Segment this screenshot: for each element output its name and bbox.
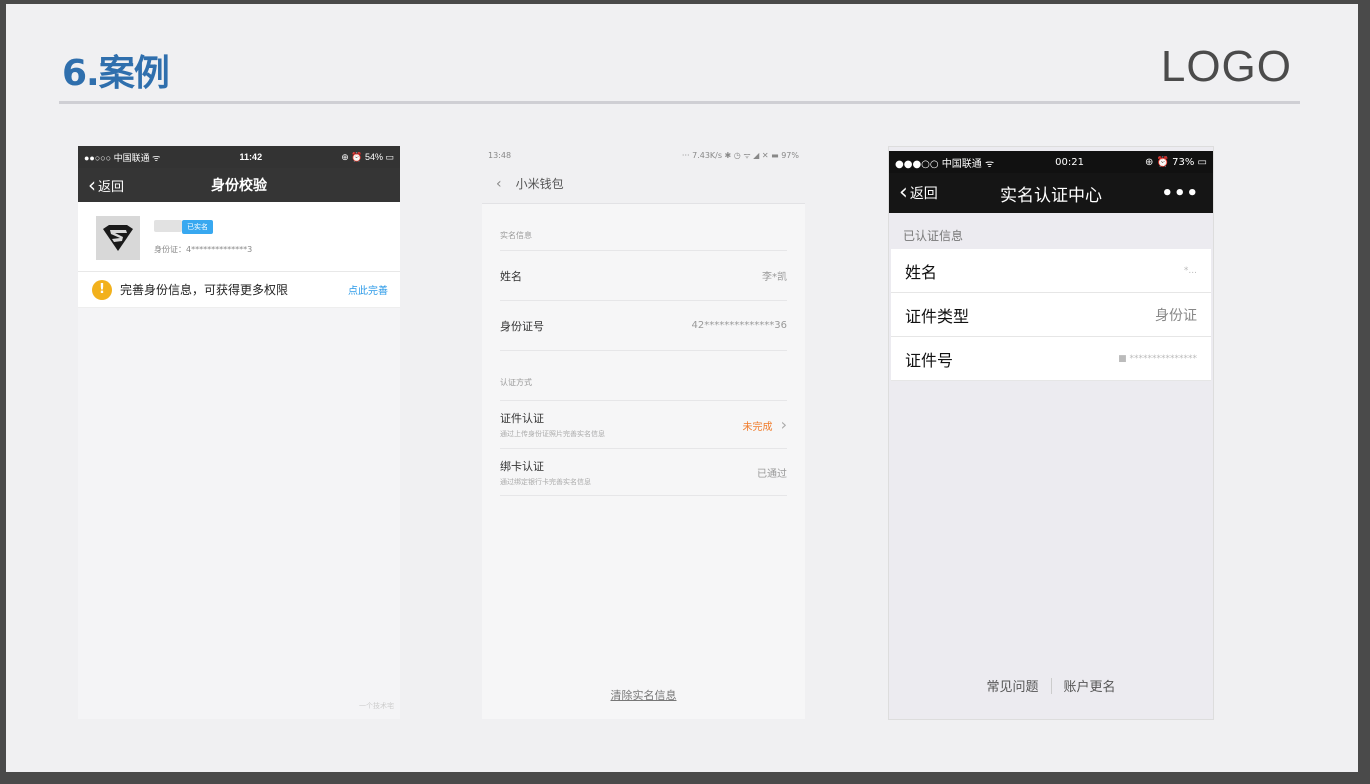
- status-time: 13:48: [488, 150, 512, 160]
- status-battery: ⊕ ⏰ 54% ▭: [341, 151, 394, 162]
- section-header-verified: 已认证信息: [889, 213, 1213, 249]
- method-row-bankcard[interactable]: 绑卡认证 通过绑定银行卡完善实名信息 已通过: [500, 448, 787, 496]
- title-divider: [59, 101, 1300, 104]
- divider: [1050, 677, 1052, 694]
- phone-screenshot-verification-center: ●●●○○ 中国联通 ᯤ 00:21 ⊕ ⏰ 73% ▭ ‹ 返回 实名认证中心…: [888, 146, 1214, 720]
- back-label: 返回: [98, 179, 125, 195]
- row-value: 李*凯: [762, 272, 787, 283]
- back-button[interactable]: ‹ 返回: [78, 175, 124, 195]
- method-sub: 通过绑定银行卡完善实名信息: [500, 477, 591, 486]
- back-label: 返回: [909, 186, 938, 202]
- method-sub: 通过上传身份证照片完善实名信息: [500, 430, 605, 438]
- section-header-realname: 实名信息: [500, 231, 532, 240]
- status-time: 00:21: [1055, 156, 1084, 168]
- superman-logo-icon: [103, 225, 133, 251]
- warning-icon: !: [92, 279, 112, 300]
- method-status: 未完成: [742, 422, 773, 433]
- status-bar: ●●○○○ 中国联通 ᯤ 11:42 ⊕ ⏰ 54% ▭: [78, 146, 400, 168]
- verified-badge: 已实名: [182, 220, 213, 234]
- clear-info-link[interactable]: 清除实名信息: [482, 687, 805, 703]
- phone-screenshot-mi-wallet: 13:48 ··· 7.43K/s ✱ ◷ ᯤ ◢ ✕ ▬ 97% ‹ 小米钱包…: [482, 146, 805, 719]
- row-label: 姓名: [500, 269, 522, 283]
- profile-card[interactable]: 已实名 身份证：4**************3: [78, 202, 400, 272]
- method-row-document[interactable]: 证件认证 通过上传身份证照片完善实名信息 未完成 ›: [500, 400, 787, 448]
- method-label: 绑卡认证: [500, 459, 544, 473]
- row-value: 身份证: [1155, 307, 1197, 324]
- info-row-name: 姓名 李*凯: [500, 250, 787, 300]
- back-button[interactable]: ‹ 返回: [889, 182, 938, 204]
- complete-link[interactable]: 点此完善: [348, 282, 388, 297]
- status-time: 11:42: [239, 152, 263, 162]
- more-icon[interactable]: •••: [1161, 183, 1199, 204]
- row-value: *...: [1183, 265, 1197, 276]
- back-chevron-icon[interactable]: ‹: [496, 176, 502, 192]
- nav-title: 身份校验: [211, 178, 267, 194]
- info-row-doc-type: 证件类型 身份证: [891, 293, 1211, 337]
- info-row-doc-number: 证件号 ■ ***************: [891, 337, 1211, 381]
- id-number: 身份证：4**************3: [154, 245, 253, 254]
- row-label: 姓名: [905, 262, 938, 282]
- status-bar: ●●●○○ 中国联通 ᯤ 00:21 ⊕ ⏰ 73% ▭: [889, 151, 1213, 173]
- nav-title: 小米钱包: [515, 177, 564, 191]
- row-label: 身份证号: [500, 319, 544, 333]
- method-status: 已通过: [757, 468, 787, 480]
- footer-links: 常见问题 账户更名: [889, 676, 1213, 695]
- blurred-name: [154, 220, 182, 232]
- phone-screenshot-identity-check: ●●○○○ 中国联通 ᯤ 11:42 ⊕ ⏰ 54% ▭ ‹ 返回 身份校验 已…: [78, 146, 400, 719]
- row-label: 证件类型: [905, 306, 970, 326]
- section-header-method: 认证方式: [500, 350, 787, 400]
- status-icons: ··· 7.43K/s ✱ ◷ ᯤ ◢ ✕ ▬ 97%: [681, 150, 799, 160]
- rename-link[interactable]: 账户更名: [1064, 676, 1116, 695]
- status-carrier: ●●●○○ 中国联通 ᯤ: [895, 158, 995, 170]
- tip-message: 完善身份信息，可获得更多权限: [120, 283, 289, 297]
- status-bar: 13:48 ··· 7.43K/s ✱ ◷ ᯤ ◢ ✕ ▬ 97%: [482, 146, 805, 164]
- complete-info-tip[interactable]: ! 完善身份信息，可获得更多权限 点此完善: [78, 272, 400, 308]
- watermark: 一个技术宅: [359, 702, 394, 710]
- status-battery: ⊕ ⏰ 73% ▭: [1144, 156, 1207, 168]
- nav-bar: ‹ 小米钱包: [482, 164, 805, 204]
- info-row-id: 身份证号 42**************36: [500, 300, 787, 350]
- chevron-right-icon: ›: [780, 415, 787, 434]
- row-label: 证件号: [905, 350, 954, 370]
- status-carrier: ●●○○○ 中国联通 ᯤ: [84, 152, 161, 163]
- nav-bar: ‹ 返回 身份校验: [78, 168, 400, 202]
- slide-title: 6.案例: [62, 53, 170, 94]
- slide-logo: LOGO: [1160, 42, 1292, 91]
- row-value: ■ ***************: [1118, 353, 1197, 364]
- nav-bar: ‹ 返回 实名认证中心 •••: [889, 173, 1213, 213]
- avatar: [96, 216, 140, 260]
- chevron-left-icon: ‹: [88, 173, 96, 197]
- row-value: 42**************36: [691, 320, 787, 331]
- faq-link[interactable]: 常见问题: [986, 676, 1038, 695]
- info-row-name: 姓名 *...: [891, 249, 1211, 293]
- method-label: 证件认证: [500, 412, 544, 425]
- chevron-left-icon: ‹: [899, 180, 908, 205]
